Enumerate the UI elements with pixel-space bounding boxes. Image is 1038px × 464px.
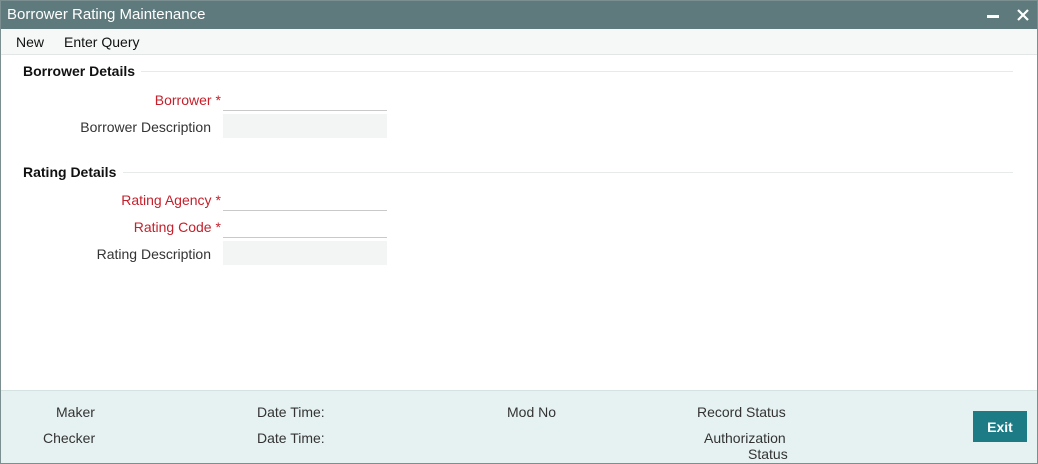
- rating-details-heading: Rating Details: [23, 164, 117, 180]
- borrower-description-label: Borrower Description: [80, 119, 211, 135]
- rating-agency-label: Rating Agency *: [121, 192, 221, 208]
- checker-label: Checker: [43, 430, 96, 446]
- title-bar: Borrower Rating Maintenance: [1, 1, 1037, 29]
- record-status-label: Record Status: [697, 404, 786, 420]
- rating-description-label: Rating Description: [96, 246, 211, 262]
- close-icon[interactable]: [1015, 6, 1031, 24]
- audit-footer: Maker Checker Date Time: Date Time: Mod …: [1, 390, 1037, 463]
- borrower-details-heading: Borrower Details: [23, 63, 136, 79]
- exit-button[interactable]: Exit: [973, 411, 1027, 442]
- menu-new[interactable]: New: [16, 34, 44, 50]
- section-divider: [141, 71, 1013, 72]
- window-title: Borrower Rating Maintenance: [7, 6, 206, 23]
- borrower-description-field[interactable]: [223, 114, 387, 138]
- checker-date-time-label: Date Time:: [257, 430, 325, 446]
- rating-agency-field[interactable]: [223, 187, 387, 211]
- authorization-status-label-line2: Status: [748, 446, 788, 462]
- rating-code-field[interactable]: [223, 214, 387, 238]
- section-divider: [123, 172, 1013, 173]
- maker-date-time-label: Date Time:: [257, 404, 325, 420]
- menu-enter-query[interactable]: Enter Query: [64, 34, 139, 50]
- menu-bar: New Enter Query: [1, 29, 1037, 55]
- borrower-label: Borrower *: [154, 92, 221, 108]
- authorization-status-label-line1: Authorization: [704, 430, 786, 446]
- rating-description-field[interactable]: [223, 241, 387, 265]
- mod-no-label: Mod No: [507, 404, 557, 420]
- dialog-window: Borrower Rating Maintenance New Enter Qu…: [0, 0, 1038, 464]
- minimize-icon[interactable]: [987, 15, 999, 18]
- rating-code-label: Rating Code *: [133, 219, 221, 235]
- borrower-field[interactable]: [223, 87, 387, 111]
- maker-label: Maker: [56, 404, 95, 420]
